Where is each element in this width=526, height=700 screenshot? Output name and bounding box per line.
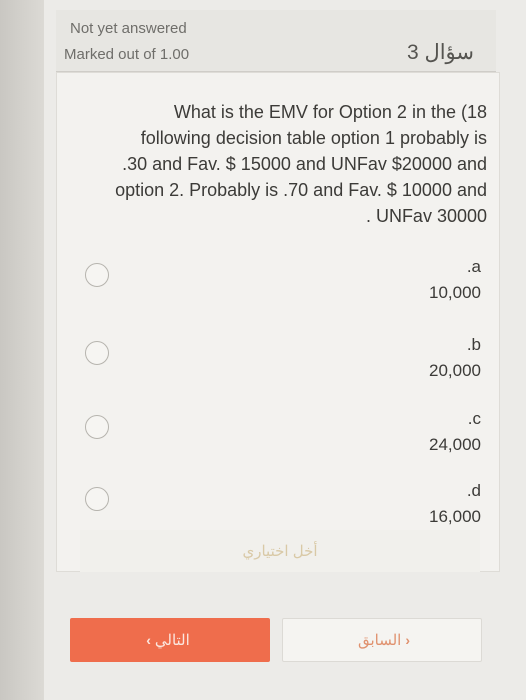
next-label: التالي [154,632,190,649]
question-mark: Marked out of 1.00 [64,46,190,63]
question-line: following decision table option 1 probab… [140,128,487,148]
radio-button[interactable] [85,263,109,287]
question-text: What is the EMV for Option 2 in the (18 … [87,99,487,229]
answer-value: 16,000 [429,507,481,526]
radio-button[interactable] [85,487,109,511]
question-line: .30 and Fav. $ 15000 and UNFav $20000 an… [122,154,487,174]
previous-button[interactable]: السابق › [282,618,482,662]
previous-label: السابق [357,632,402,649]
answer-letter: .c [467,409,481,428]
question-line: What is the EMV for Option 2 in the (18 [173,102,487,122]
question-status: Not yet answered [70,20,187,37]
question-number: سؤال 3 [406,41,474,64]
answer-option-c[interactable]: .c 24,000 [81,409,481,469]
answer-value: 24,000 [429,435,481,454]
answer-letter: .d [466,481,481,500]
question-line: . UNFav 30000 [365,206,487,226]
answer-letter: .b [466,335,481,354]
chevron-left-icon: ‹ [146,632,151,648]
answer-value: 10,000 [429,283,481,302]
radio-button[interactable] [85,341,109,365]
radio-button[interactable] [85,415,109,439]
answer-option-b[interactable]: .b 20,000 [81,335,481,395]
question-line: option 2. Probably is .70 and Fav. $ 100… [115,180,487,200]
answer-letter: .a [466,257,481,276]
question-info: Not yet answered Marked out of 1.00 سؤال… [56,10,496,72]
clear-choice-label: أخل اختياري [242,543,318,560]
next-button[interactable]: ‹ التالي [70,618,270,662]
clear-choice-button[interactable]: أخل اختياري [80,530,480,572]
question-card: What is the EMV for Option 2 in the (18 … [56,72,500,572]
answer-value: 20,000 [429,361,481,380]
chevron-right-icon: › [405,632,411,648]
answer-option-a[interactable]: .a 10,000 [81,257,481,317]
screen-edge [0,0,44,700]
